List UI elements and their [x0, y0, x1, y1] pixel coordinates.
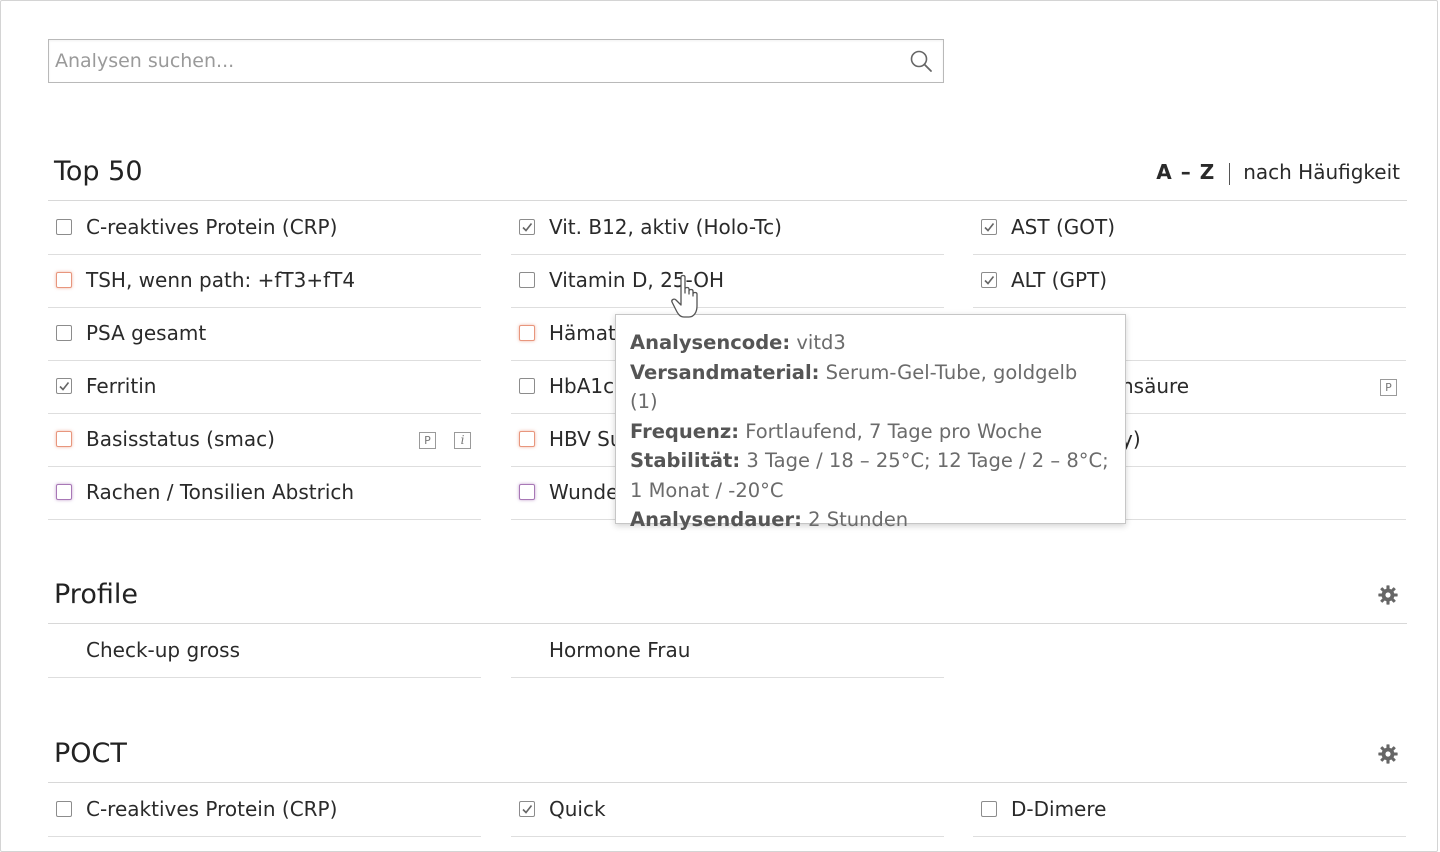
checkbox[interactable] — [519, 431, 535, 447]
item-label: HbA1c — [549, 374, 615, 398]
item-label: nsäure — [1121, 374, 1190, 398]
checkbox[interactable] — [519, 484, 535, 500]
checkbox[interactable] — [981, 801, 997, 817]
tooltip-row: Analysendauer: 2 Stunden — [630, 508, 909, 531]
check-icon — [522, 223, 533, 232]
checkbox[interactable] — [56, 801, 72, 817]
sort-controls: A – Z nach Häufigkeit — [1156, 160, 1400, 185]
gear-icon[interactable] — [1377, 584, 1399, 606]
list-item[interactable]: ALT (GPT) — [973, 255, 1406, 308]
checkbox[interactable] — [519, 272, 535, 288]
checkbox-checked[interactable] — [519, 219, 535, 235]
profile-item[interactable]: Check-up gross — [48, 625, 481, 678]
top50-divider — [48, 200, 1407, 201]
item-label: Ferritin — [86, 374, 157, 398]
checkbox[interactable] — [56, 431, 72, 447]
profile-badge-icon[interactable]: P — [419, 432, 436, 449]
list-item[interactable]: C-reaktives Protein (CRP) — [48, 784, 481, 837]
analysis-tooltip: Analysencode: vitd3 Versandmaterial: Ser… — [615, 314, 1126, 531]
list-item[interactable]: Quick — [511, 784, 944, 837]
gear-icon[interactable] — [1377, 743, 1399, 765]
check-icon — [59, 382, 70, 391]
list-item[interactable]: C-reaktives Protein (CRP) — [48, 202, 481, 255]
item-label: Rachen / Tonsilien Abstrich — [86, 480, 355, 504]
profile-divider — [48, 623, 1407, 624]
check-icon — [522, 805, 533, 814]
item-label: AST (GOT) — [1011, 215, 1116, 239]
item-label: PSA gesamt — [86, 321, 207, 345]
list-item[interactable]: Basisstatus (smac) P i — [48, 414, 481, 467]
sort-separator — [1229, 162, 1231, 185]
tooltip-row: Frequenz: Fortlaufend, 7 Tage pro Woche — [630, 419, 1043, 443]
item-label: C-reaktives Protein (CRP) — [86, 215, 338, 239]
item-label: Check-up gross — [86, 638, 241, 662]
item-label: HBV Su — [549, 427, 623, 451]
hand-cursor-icon — [671, 274, 698, 318]
checkbox-checked[interactable] — [981, 219, 997, 235]
profile-item[interactable]: Hormone Frau — [511, 625, 944, 678]
tooltip-row: Analysencode: vitd3 — [630, 331, 846, 354]
checkbox[interactable] — [519, 325, 535, 341]
list-item[interactable]: Rachen / Tonsilien Abstrich — [48, 467, 481, 520]
search-input[interactable] — [49, 40, 895, 82]
item-label: Quick — [549, 797, 606, 821]
checkbox[interactable] — [519, 378, 535, 394]
profile-title: Profile — [54, 579, 138, 610]
check-icon — [984, 276, 995, 285]
info-icon[interactable]: i — [454, 432, 471, 449]
poct-divider — [48, 782, 1407, 783]
check-icon — [984, 223, 995, 232]
tooltip-row: Versandmaterial: Serum-Gel-Tube, goldgel… — [630, 360, 1078, 414]
list-item[interactable]: TSH, wenn path: +fT3+fT4 — [48, 255, 481, 308]
checkbox-checked[interactable] — [981, 272, 997, 288]
search-box — [48, 39, 944, 83]
tooltip-row: Stabilität: 3 Tage / 18 – 25°C; 12 Tage … — [630, 449, 1109, 502]
top50-title: Top 50 — [54, 156, 143, 187]
list-item[interactable]: D-Dimere — [973, 784, 1406, 837]
item-label: Vit. B12, aktiv (Holo-Tc) — [549, 215, 782, 239]
item-label: C-reaktives Protein (CRP) — [86, 797, 338, 821]
checkbox[interactable] — [56, 219, 72, 235]
checkbox[interactable] — [56, 325, 72, 341]
list-item[interactable]: Vit. B12, aktiv (Holo-Tc) — [511, 202, 944, 255]
sort-frequency-link[interactable]: nach Häufigkeit — [1243, 160, 1400, 184]
item-label: Hämat — [549, 321, 616, 345]
checkbox-checked[interactable] — [56, 378, 72, 394]
search-icon[interactable] — [909, 49, 933, 73]
item-label: Basisstatus (smac) — [86, 427, 275, 451]
checkbox[interactable] — [56, 484, 72, 500]
item-label: TSH, wenn path: +fT3+fT4 — [86, 268, 356, 292]
poct-title: POCT — [54, 738, 127, 769]
item-label: ALT (GPT) — [1011, 268, 1108, 292]
list-item[interactable]: PSA gesamt — [48, 308, 481, 361]
list-item[interactable]: Vitamin D, 25-OH — [511, 255, 944, 308]
checkbox[interactable] — [56, 272, 72, 288]
item-label: Wunde — [549, 480, 619, 504]
item-label: Hormone Frau — [549, 638, 691, 662]
profile-badge-icon[interactable]: P — [1380, 379, 1397, 396]
app-frame: Top 50 A – Z nach Häufigkeit C-reaktives … — [0, 0, 1438, 852]
list-item[interactable]: AST (GOT) — [973, 202, 1406, 255]
checkbox-checked[interactable] — [519, 801, 535, 817]
sort-az-link[interactable]: A – Z — [1156, 160, 1215, 184]
list-item[interactable]: Ferritin — [48, 361, 481, 414]
item-label: D-Dimere — [1011, 797, 1107, 821]
